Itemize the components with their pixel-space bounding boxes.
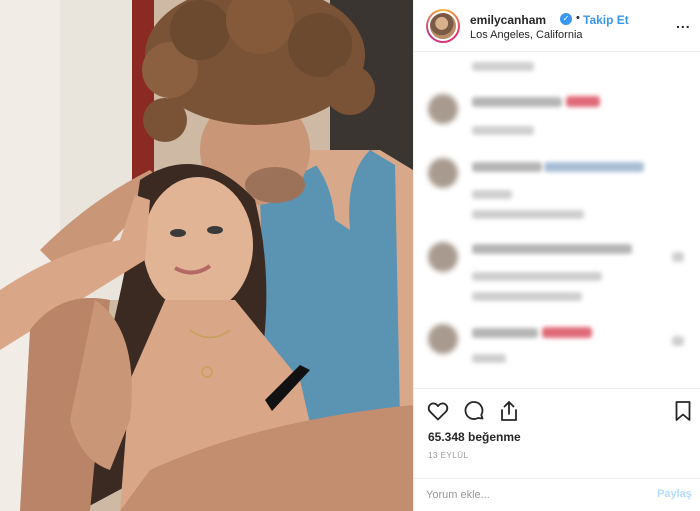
blurred-comment-mention [544,162,644,172]
blurred-comment-meta [472,210,584,219]
post-header: emilycanham ✓ • Takip Et Los Angeles, Ca… [414,0,700,52]
post-photo-image [0,0,413,511]
post-side-panel: emilycanham ✓ • Takip Et Los Angeles, Ca… [413,0,700,511]
blurred-comment-text [472,272,602,281]
comment-bar: Paylaş [414,478,700,511]
comments-list [414,52,700,388]
blurred-comment-emoji [542,327,592,338]
post-actions: 65.348 beğenme 13 EYLÜL [414,388,700,478]
location-link[interactable]: Los Angeles, California [470,29,583,41]
blurred-like-icon [672,336,684,346]
blurred-commenter-name [472,162,542,172]
blurred-comment-meta [472,126,534,135]
more-options-icon[interactable]: ... [676,15,691,31]
blurred-commenter-name [472,97,562,107]
post-photo[interactable] [0,0,413,511]
blurred-comment-meta [472,292,582,301]
blurred-comment-text [472,190,512,199]
bookmark-icon[interactable] [671,399,695,423]
blurred-commenter-avatar [428,242,458,272]
avatar-image [428,11,458,41]
heart-icon[interactable] [426,399,450,423]
username-link[interactable]: emilycanham [470,13,546,27]
blurred-commenter-name [472,328,538,338]
blurred-comment-text [472,62,534,71]
follow-button[interactable]: Takip Et [583,13,629,27]
likes-count[interactable]: 65.348 beğenme [428,430,521,444]
comment-input[interactable] [426,485,646,505]
blurred-comment-meta [472,354,506,363]
blurred-like-icon [672,252,684,262]
blurred-commenter-avatar [428,324,458,354]
avatar[interactable] [426,9,460,43]
blurred-commenter-avatar [428,158,458,188]
blurred-comment-emoji [566,96,600,107]
header-separator: • [576,12,580,24]
post-comment-button[interactable]: Paylaş [657,488,692,500]
blurred-commenter-avatar [428,94,458,124]
share-icon[interactable] [497,399,521,423]
post-date: 13 EYLÜL [428,451,469,460]
blurred-commenter-name [472,244,632,254]
comment-icon[interactable] [462,399,486,423]
verified-badge-icon: ✓ [560,13,572,25]
